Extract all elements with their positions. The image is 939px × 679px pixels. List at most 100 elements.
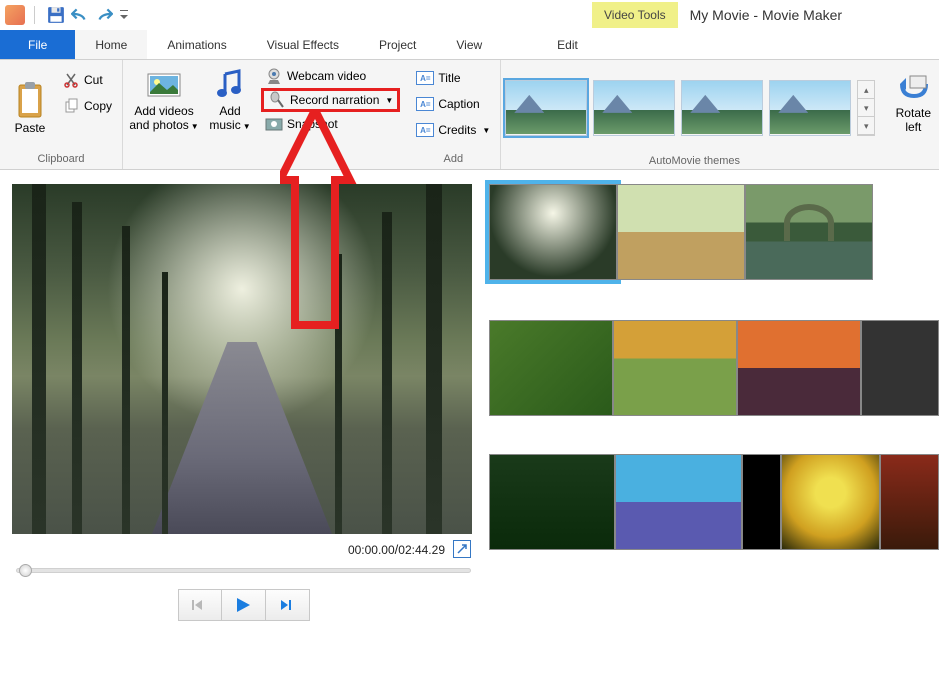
add-music-button[interactable]: Add music▼ <box>205 64 255 167</box>
clip-7[interactable] <box>861 320 939 416</box>
record-narration-button[interactable]: Record narration ▼ <box>261 88 400 112</box>
ribbon-tabs: File Home Animations Visual Effects Proj… <box>0 30 939 60</box>
undo-icon[interactable] <box>71 6 89 24</box>
credits-button[interactable]: A= Credits ▼ <box>412 118 494 142</box>
step-forward-icon <box>278 598 296 612</box>
quick-access-toolbar <box>39 6 137 24</box>
credits-icon: A= <box>416 123 434 137</box>
credits-label: Credits <box>438 123 476 137</box>
record-narration-label: Record narration <box>290 93 379 107</box>
caption-button[interactable]: A= Caption <box>412 92 494 116</box>
title-icon: A= <box>416 71 434 85</box>
theme-thumb-1[interactable] <box>505 80 587 136</box>
play-button[interactable] <box>222 589 266 621</box>
tab-file[interactable]: File <box>0 30 75 59</box>
tab-edit[interactable]: Edit <box>537 30 598 59</box>
theme-scroll: ▴ ▾ ▾ <box>857 80 875 136</box>
rotate-left-button[interactable]: Rotate left <box>888 60 939 169</box>
step-forward-button[interactable] <box>266 589 310 621</box>
clip-3[interactable] <box>745 184 873 280</box>
contextual-tab-video-tools: Video Tools <box>592 2 678 28</box>
tab-visual-effects[interactable]: Visual Effects <box>247 30 359 59</box>
caption-icon: A= <box>416 97 434 111</box>
group-label-themes: AutoMovie themes <box>505 151 883 167</box>
cut-button[interactable]: Cut <box>60 70 116 90</box>
playback-controls <box>12 579 475 631</box>
webcam-video-button[interactable]: Webcam video <box>261 64 400 88</box>
microphone-icon <box>268 91 286 109</box>
copy-button[interactable]: Copy <box>60 96 116 116</box>
tab-project[interactable]: Project <box>359 30 436 59</box>
webcam-label: Webcam video <box>287 69 366 83</box>
copy-label: Copy <box>84 99 112 113</box>
clip-8[interactable] <box>489 454 615 550</box>
storyboard-pane <box>485 170 939 679</box>
ribbon: Paste Cut Copy Clipboard <box>0 60 939 170</box>
group-clipboard: Paste Cut Copy Clipboard <box>0 60 123 169</box>
paste-button[interactable]: Paste <box>6 64 54 151</box>
chevron-down-icon: ▼ <box>191 122 199 131</box>
group-record: Webcam video Record narration ▼ Snapshot <box>261 60 406 169</box>
add-videos-photos-label: Add videos and photos▼ <box>129 104 198 133</box>
clip-5[interactable] <box>613 320 737 416</box>
tab-view[interactable]: View <box>436 30 502 59</box>
rotate-left-label: Rotate left <box>896 106 931 135</box>
play-icon <box>234 597 252 613</box>
clip-6[interactable] <box>737 320 861 416</box>
clip-9[interactable] <box>615 454 741 550</box>
preview-pane: 00:00.00/02:44.29 <box>0 170 485 679</box>
main-area: 00:00.00/02:44.29 <box>0 170 939 679</box>
theme-thumb-3[interactable] <box>681 80 763 136</box>
seek-slider[interactable] <box>16 568 471 573</box>
title-bar: Video Tools My Movie - Movie Maker <box>0 0 939 30</box>
chevron-down-icon: ▼ <box>243 122 251 131</box>
webcam-icon <box>265 67 283 85</box>
seek-thumb[interactable] <box>19 564 32 577</box>
paste-label: Paste <box>15 121 46 135</box>
redo-icon[interactable] <box>95 6 113 24</box>
save-icon[interactable] <box>47 6 65 24</box>
title-button[interactable]: A= Title <box>412 66 494 90</box>
qat-divider <box>34 6 35 24</box>
snapshot-label: Snapshot <box>287 117 338 131</box>
group-text: A= Title A= Caption A= Credits ▼ Add <box>406 60 501 169</box>
theme-scroll-more[interactable]: ▾ <box>858 117 874 135</box>
clip-10[interactable] <box>781 454 880 550</box>
step-back-icon <box>191 598 209 612</box>
theme-scroll-up[interactable]: ▴ <box>858 81 874 99</box>
clip-1[interactable] <box>489 184 617 280</box>
preview-video <box>12 184 472 534</box>
theme-thumb-4[interactable] <box>769 80 851 136</box>
group-automovie-themes: ▴ ▾ ▾ AutoMovie themes <box>501 60 887 169</box>
copy-icon <box>64 98 80 114</box>
add-videos-photos-button[interactable]: Add videos and photos▼ <box>129 64 199 167</box>
storyboard-row-2 <box>489 320 939 416</box>
caption-label: Caption <box>438 97 479 111</box>
snapshot-button[interactable]: Snapshot <box>261 112 400 136</box>
group-label-clipboard: Clipboard <box>6 151 116 167</box>
expand-preview-button[interactable] <box>453 540 471 558</box>
clip-4[interactable] <box>489 320 613 416</box>
app-icon <box>5 5 25 25</box>
scissors-icon <box>64 72 80 88</box>
qat-more-icon[interactable] <box>119 6 129 24</box>
music-note-icon <box>213 68 247 102</box>
tab-animations[interactable]: Animations <box>147 30 246 59</box>
title-label: Title <box>438 71 460 85</box>
step-back-button[interactable] <box>178 589 222 621</box>
clip-11[interactable] <box>880 454 939 550</box>
expand-icon <box>456 543 468 555</box>
chevron-down-icon: ▼ <box>385 96 393 105</box>
clip-2[interactable] <box>617 184 745 280</box>
snapshot-icon <box>265 115 283 133</box>
clip-gap[interactable] <box>742 454 781 550</box>
rotate-left-icon <box>896 70 930 104</box>
theme-scroll-down[interactable]: ▾ <box>858 99 874 117</box>
cut-label: Cut <box>84 73 103 87</box>
photo-icon <box>147 68 181 102</box>
chevron-down-icon: ▼ <box>482 126 490 135</box>
storyboard-row-1 <box>489 184 939 282</box>
theme-thumb-2[interactable] <box>593 80 675 136</box>
tab-home[interactable]: Home <box>75 30 147 59</box>
window-title: My Movie - Movie Maker <box>678 1 854 29</box>
